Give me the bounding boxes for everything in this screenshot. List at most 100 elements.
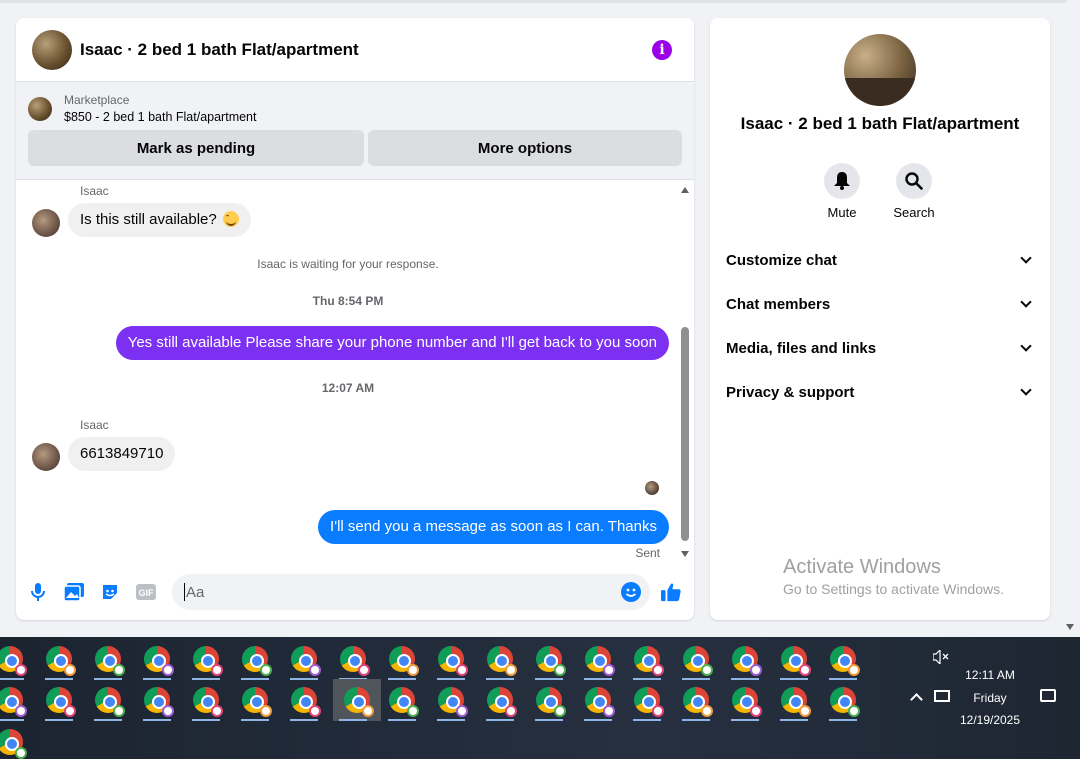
- search-action[interactable]: Search: [884, 163, 944, 220]
- chrome-profile-icon[interactable]: [725, 679, 765, 721]
- clock-date[interactable]: 12/19/2025: [940, 713, 1040, 727]
- chrome-profile-icon[interactable]: [235, 638, 275, 680]
- chrome-profile-icon[interactable]: [137, 638, 177, 680]
- chrome-profile-icon[interactable]: [627, 638, 667, 680]
- chrome-profile-icon[interactable]: [88, 679, 128, 721]
- mute-label: Mute: [827, 205, 857, 220]
- clock-day[interactable]: Friday: [940, 691, 1040, 705]
- speaker-muted-icon[interactable]: [932, 648, 949, 667]
- more-options-button[interactable]: More options: [368, 130, 682, 166]
- chrome-profile-icon[interactable]: [39, 638, 79, 680]
- info-icon[interactable]: i: [652, 39, 672, 60]
- chrome-profile-icon[interactable]: [578, 638, 618, 680]
- seen-receipt-avatar: [645, 481, 659, 495]
- window-top-border: [0, 0, 1066, 3]
- chrome-profile-icon[interactable]: [88, 638, 128, 680]
- section-privacy-support[interactable]: Privacy & support: [726, 370, 1034, 414]
- chrome-profile-icon[interactable]: [333, 638, 373, 680]
- scroll-up-arrow-icon[interactable]: [681, 187, 689, 193]
- listing-thumbnail[interactable]: [28, 97, 52, 121]
- chat-header: Isaac · 2 bed 1 bath Flat/apartment i: [16, 18, 694, 82]
- chrome-profile-icon[interactable]: [627, 679, 667, 721]
- section-media-files-links[interactable]: Media, files and links: [726, 326, 1034, 370]
- conversation-info-panel: Isaac · 2 bed 1 bath Flat/apartment Mute…: [710, 18, 1050, 620]
- message-composer: GIF Aa: [16, 572, 694, 612]
- chrome-profile-icon[interactable]: [529, 638, 569, 680]
- listing-title[interactable]: $850 - 2 bed 1 bath Flat/apartment: [64, 108, 257, 126]
- chrome-profile-icon[interactable]: [39, 679, 79, 721]
- chrome-profile-icon[interactable]: [823, 679, 863, 721]
- chrome-profile-icon[interactable]: [725, 638, 765, 680]
- microphone-icon[interactable]: [28, 582, 48, 602]
- mute-action[interactable]: Mute: [812, 163, 872, 220]
- thumbs-up-icon[interactable]: [661, 582, 681, 602]
- message-status: Sent: [635, 546, 660, 560]
- message-bubble-incoming[interactable]: 6613849710: [68, 437, 176, 471]
- chrome-profile-icon[interactable]: [480, 679, 520, 721]
- page-scroll-down-arrow-icon[interactable]: [1066, 624, 1074, 630]
- gif-icon[interactable]: GIF: [136, 582, 156, 602]
- chrome-profile-icon[interactable]: [137, 679, 177, 721]
- chrome-profile-icon[interactable]: [186, 638, 226, 680]
- message-scrollbar[interactable]: [680, 183, 690, 561]
- chrome-profile-icon[interactable]: [382, 638, 422, 680]
- bell-icon[interactable]: [824, 163, 860, 199]
- chrome-profile-icon[interactable]: [284, 638, 324, 680]
- message-bubble-incoming[interactable]: Is this still available?: [68, 203, 251, 237]
- network-icon[interactable]: [934, 690, 950, 702]
- windows-taskbar: 12:11 AM Friday 12/19/2025: [0, 637, 1080, 759]
- chrome-profile-icon[interactable]: [431, 679, 471, 721]
- message-bubble-outgoing[interactable]: Yes still available Please share your ph…: [115, 326, 669, 360]
- chrome-profile-icon[interactable]: [774, 638, 814, 680]
- scroll-thumb[interactable]: [681, 327, 689, 541]
- chrome-profile-icon[interactable]: [774, 679, 814, 721]
- chrome-profile-icon[interactable]: [431, 638, 471, 680]
- marketplace-banner: Marketplace $850 - 2 bed 1 bath Flat/apa…: [16, 82, 694, 180]
- message-bubble-outgoing[interactable]: I'll send you a message as soon as I can…: [318, 510, 669, 544]
- activate-windows-watermark: Activate Windows Go to Settings to activ…: [783, 556, 1004, 597]
- chrome-profile-icon[interactable]: [578, 679, 618, 721]
- photo-icon[interactable]: [64, 582, 84, 602]
- sender-name: Isaac: [80, 184, 109, 198]
- section-label: Chat members: [726, 295, 831, 313]
- chat-title[interactable]: Isaac · 2 bed 1 bath Flat/apartment: [80, 40, 652, 60]
- chevron-down-icon: [1020, 252, 1032, 264]
- timestamp: 12:07 AM: [321, 381, 375, 395]
- section-customize-chat[interactable]: Customize chat: [726, 238, 1034, 282]
- timestamp: Thu 8:54 PM: [312, 294, 384, 308]
- chrome-profile-icon[interactable]: [235, 679, 275, 721]
- search-icon[interactable]: [896, 163, 932, 199]
- chrome-profile-icon[interactable]: [0, 679, 30, 721]
- chrome-profile-icon[interactable]: [0, 638, 30, 680]
- chrome-profile-icon[interactable]: [284, 679, 324, 721]
- sticker-icon[interactable]: [100, 582, 120, 602]
- section-chat-members[interactable]: Chat members: [726, 282, 1034, 326]
- chrome-profile-icon[interactable]: [382, 679, 422, 721]
- chrome-profile-icon[interactable]: [676, 679, 716, 721]
- chrome-profile-icon[interactable]: [676, 638, 716, 680]
- smiling-face-emoji-icon: [222, 211, 239, 227]
- search-label: Search: [893, 205, 935, 220]
- show-hidden-icons-chevron-icon[interactable]: [910, 693, 923, 706]
- section-label: Media, files and links: [726, 339, 877, 357]
- mark-as-pending-button[interactable]: Mark as pending: [28, 130, 364, 166]
- chrome-profile-icon[interactable]: [823, 638, 863, 680]
- watermark-title: Activate Windows: [783, 556, 941, 578]
- notification-center-icon[interactable]: [1040, 689, 1056, 702]
- text-caret: [184, 583, 185, 601]
- sender-avatar[interactable]: [32, 209, 60, 237]
- scroll-down-arrow-icon[interactable]: [681, 551, 689, 557]
- contact-avatar[interactable]: [32, 29, 72, 70]
- chrome-profile-icon[interactable]: [480, 638, 520, 680]
- clock-time[interactable]: 12:11 AM: [940, 668, 1040, 682]
- contact-profile-photo[interactable]: [844, 34, 916, 106]
- chevron-down-icon: [1020, 340, 1032, 352]
- sender-avatar[interactable]: [32, 443, 60, 471]
- message-input[interactable]: Aa: [172, 574, 650, 610]
- chrome-profile-icon[interactable]: [333, 679, 381, 721]
- chrome-profile-icon[interactable]: [186, 679, 226, 721]
- chrome-profile-icon[interactable]: [529, 679, 569, 721]
- chrome-profile-icon[interactable]: [0, 721, 30, 759]
- emoji-icon[interactable]: [621, 582, 641, 602]
- chevron-down-icon: [1020, 384, 1032, 396]
